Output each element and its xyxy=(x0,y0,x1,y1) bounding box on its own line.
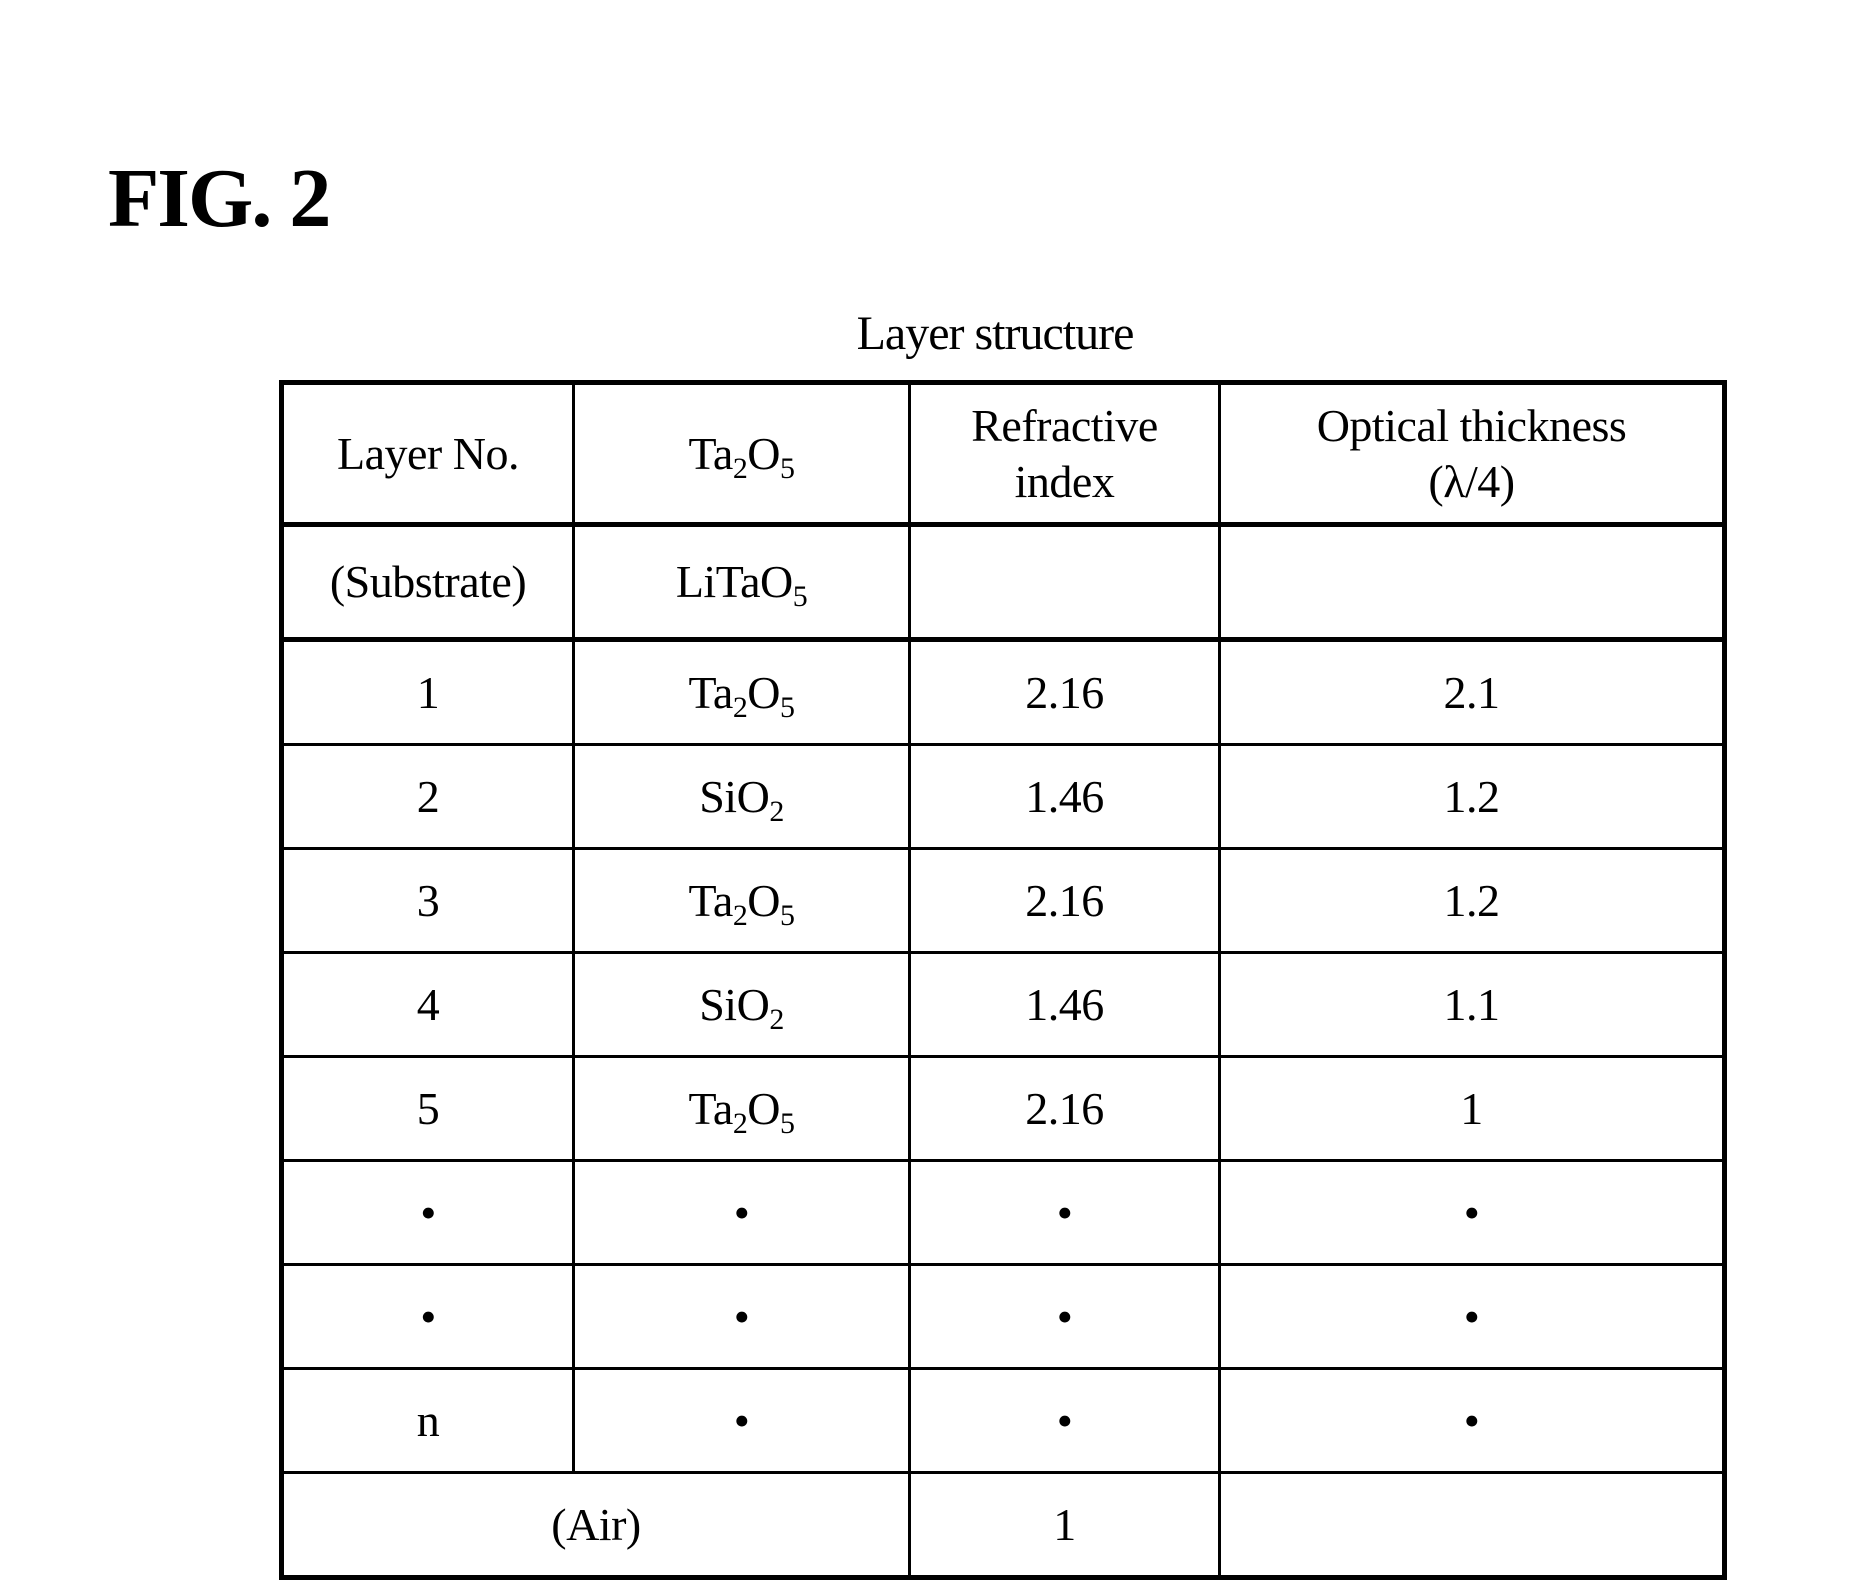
formula-base: SiO xyxy=(699,770,770,822)
substrate-row: (Substrate) LiTaO5 xyxy=(280,522,1726,641)
cell-refractive-index: • xyxy=(908,1367,1221,1474)
table-row: 5 Ta2O5 2.16 1 xyxy=(280,1055,1726,1162)
cell-refractive-index: 1.46 xyxy=(908,743,1221,850)
cell-material: • xyxy=(572,1159,911,1266)
header-line: (λ/4) xyxy=(1428,455,1515,507)
formula-subscript: 2 xyxy=(769,1002,784,1036)
table-row: 1 Ta2O5 2.16 2.1 xyxy=(280,637,1726,746)
cell-layer: • xyxy=(280,1159,575,1266)
cell-refractive-index: 1.46 xyxy=(908,951,1221,1058)
cell-optical-thickness xyxy=(1218,522,1726,641)
formula-mid: O xyxy=(747,1082,781,1134)
cell-optical-thickness: 1.1 xyxy=(1218,951,1726,1058)
ellipsis-row: • • • • xyxy=(280,1263,1726,1370)
cell-layer: 1 xyxy=(280,637,575,746)
header-layer-no: Layer No. xyxy=(280,381,575,526)
formula-subscript: 2 xyxy=(732,690,748,724)
cell-refractive-index xyxy=(908,522,1221,641)
formula-base: Ta xyxy=(688,1082,734,1134)
table-row: 4 SiO2 1.46 1.1 xyxy=(280,951,1726,1058)
table-title: Layer structure xyxy=(856,307,1135,360)
cell-layer: • xyxy=(280,1263,575,1370)
table-row: 2 SiO2 1.46 1.2 xyxy=(280,743,1726,850)
cell-refractive-index: 2.16 xyxy=(908,1055,1221,1162)
cell-optical-thickness: 1.2 xyxy=(1218,743,1726,850)
cell-material: • xyxy=(572,1367,911,1474)
cell-layer: 5 xyxy=(280,1055,575,1162)
header-row: Layer No. Ta2O5 Refractive index Optical … xyxy=(280,381,1726,526)
formula-base: SiO xyxy=(699,978,770,1030)
cell-optical-thickness: • xyxy=(1218,1367,1726,1474)
cell-layer: n xyxy=(280,1367,575,1474)
cell-material: Ta2O5 xyxy=(572,847,911,954)
formula-subscript: 5 xyxy=(780,690,795,724)
cell-material: Ta2O5 xyxy=(572,1055,911,1162)
cell-layer: 3 xyxy=(280,847,575,954)
header-line: Refractive xyxy=(971,400,1158,452)
formula-subscript: 2 xyxy=(769,794,784,828)
formula-subscript: 5 xyxy=(780,1106,795,1140)
cell-material: SiO2 xyxy=(572,743,911,850)
cell-optical-thickness: 1.2 xyxy=(1218,847,1726,954)
formula-subscript: 2 xyxy=(732,451,748,485)
formula-subscript: 2 xyxy=(732,1106,748,1140)
formula-base: Ta xyxy=(688,874,734,926)
formula-subscript: 5 xyxy=(780,451,795,485)
figure-label: FIG. 2 xyxy=(108,152,331,245)
cell-material: • xyxy=(572,1263,911,1370)
formula-base: Ta xyxy=(688,666,734,718)
cell-optical-thickness: • xyxy=(1218,1159,1726,1266)
header-optical-thickness: Optical thickness (λ/4) xyxy=(1218,381,1726,526)
formula-base: LiTaO xyxy=(675,556,793,608)
cell-air-label: (Air) xyxy=(280,1471,911,1579)
formula-mid: O xyxy=(747,427,781,479)
ellipsis-row: • • • • xyxy=(280,1159,1726,1266)
cell-refractive-index: 2.16 xyxy=(908,637,1221,746)
layer-structure-table: Layer No. Ta2O5 Refractive index Optical … xyxy=(279,380,1727,1580)
cell-material: LiTaO5 xyxy=(572,522,911,641)
cell-layer: (Substrate) xyxy=(280,522,575,641)
cell-layer: 4 xyxy=(280,951,575,1058)
formula-base: Ta xyxy=(688,427,734,479)
header-line: index xyxy=(1014,455,1115,507)
cell-layer: 2 xyxy=(280,743,575,850)
formula-subscript: 5 xyxy=(792,580,808,614)
cell-material: Ta2O5 xyxy=(572,637,911,746)
air-row: (Air) 1 xyxy=(280,1471,1726,1579)
cell-refractive-index: • xyxy=(908,1159,1221,1266)
cell-material: SiO2 xyxy=(572,951,911,1058)
formula-mid: O xyxy=(747,874,781,926)
cell-optical-thickness: 2.1 xyxy=(1218,637,1726,746)
ellipsis-row: n • • • xyxy=(280,1367,1726,1474)
header-refractive-index: Refractive index xyxy=(908,381,1221,526)
cell-optical-thickness: • xyxy=(1218,1263,1726,1370)
table-row: 3 Ta2O5 2.16 1.2 xyxy=(280,847,1726,954)
cell-optical-thickness: 1 xyxy=(1218,1055,1726,1162)
cell-optical-thickness xyxy=(1218,1471,1726,1579)
cell-refractive-index: 1 xyxy=(908,1471,1221,1579)
formula-mid: O xyxy=(747,666,781,718)
header-material: Ta2O5 xyxy=(572,381,911,526)
cell-refractive-index: 2.16 xyxy=(908,847,1221,954)
formula-subscript: 5 xyxy=(780,898,795,932)
cell-refractive-index: • xyxy=(908,1263,1221,1370)
header-line: Optical thickness xyxy=(1316,400,1627,452)
formula-subscript: 2 xyxy=(732,898,748,932)
